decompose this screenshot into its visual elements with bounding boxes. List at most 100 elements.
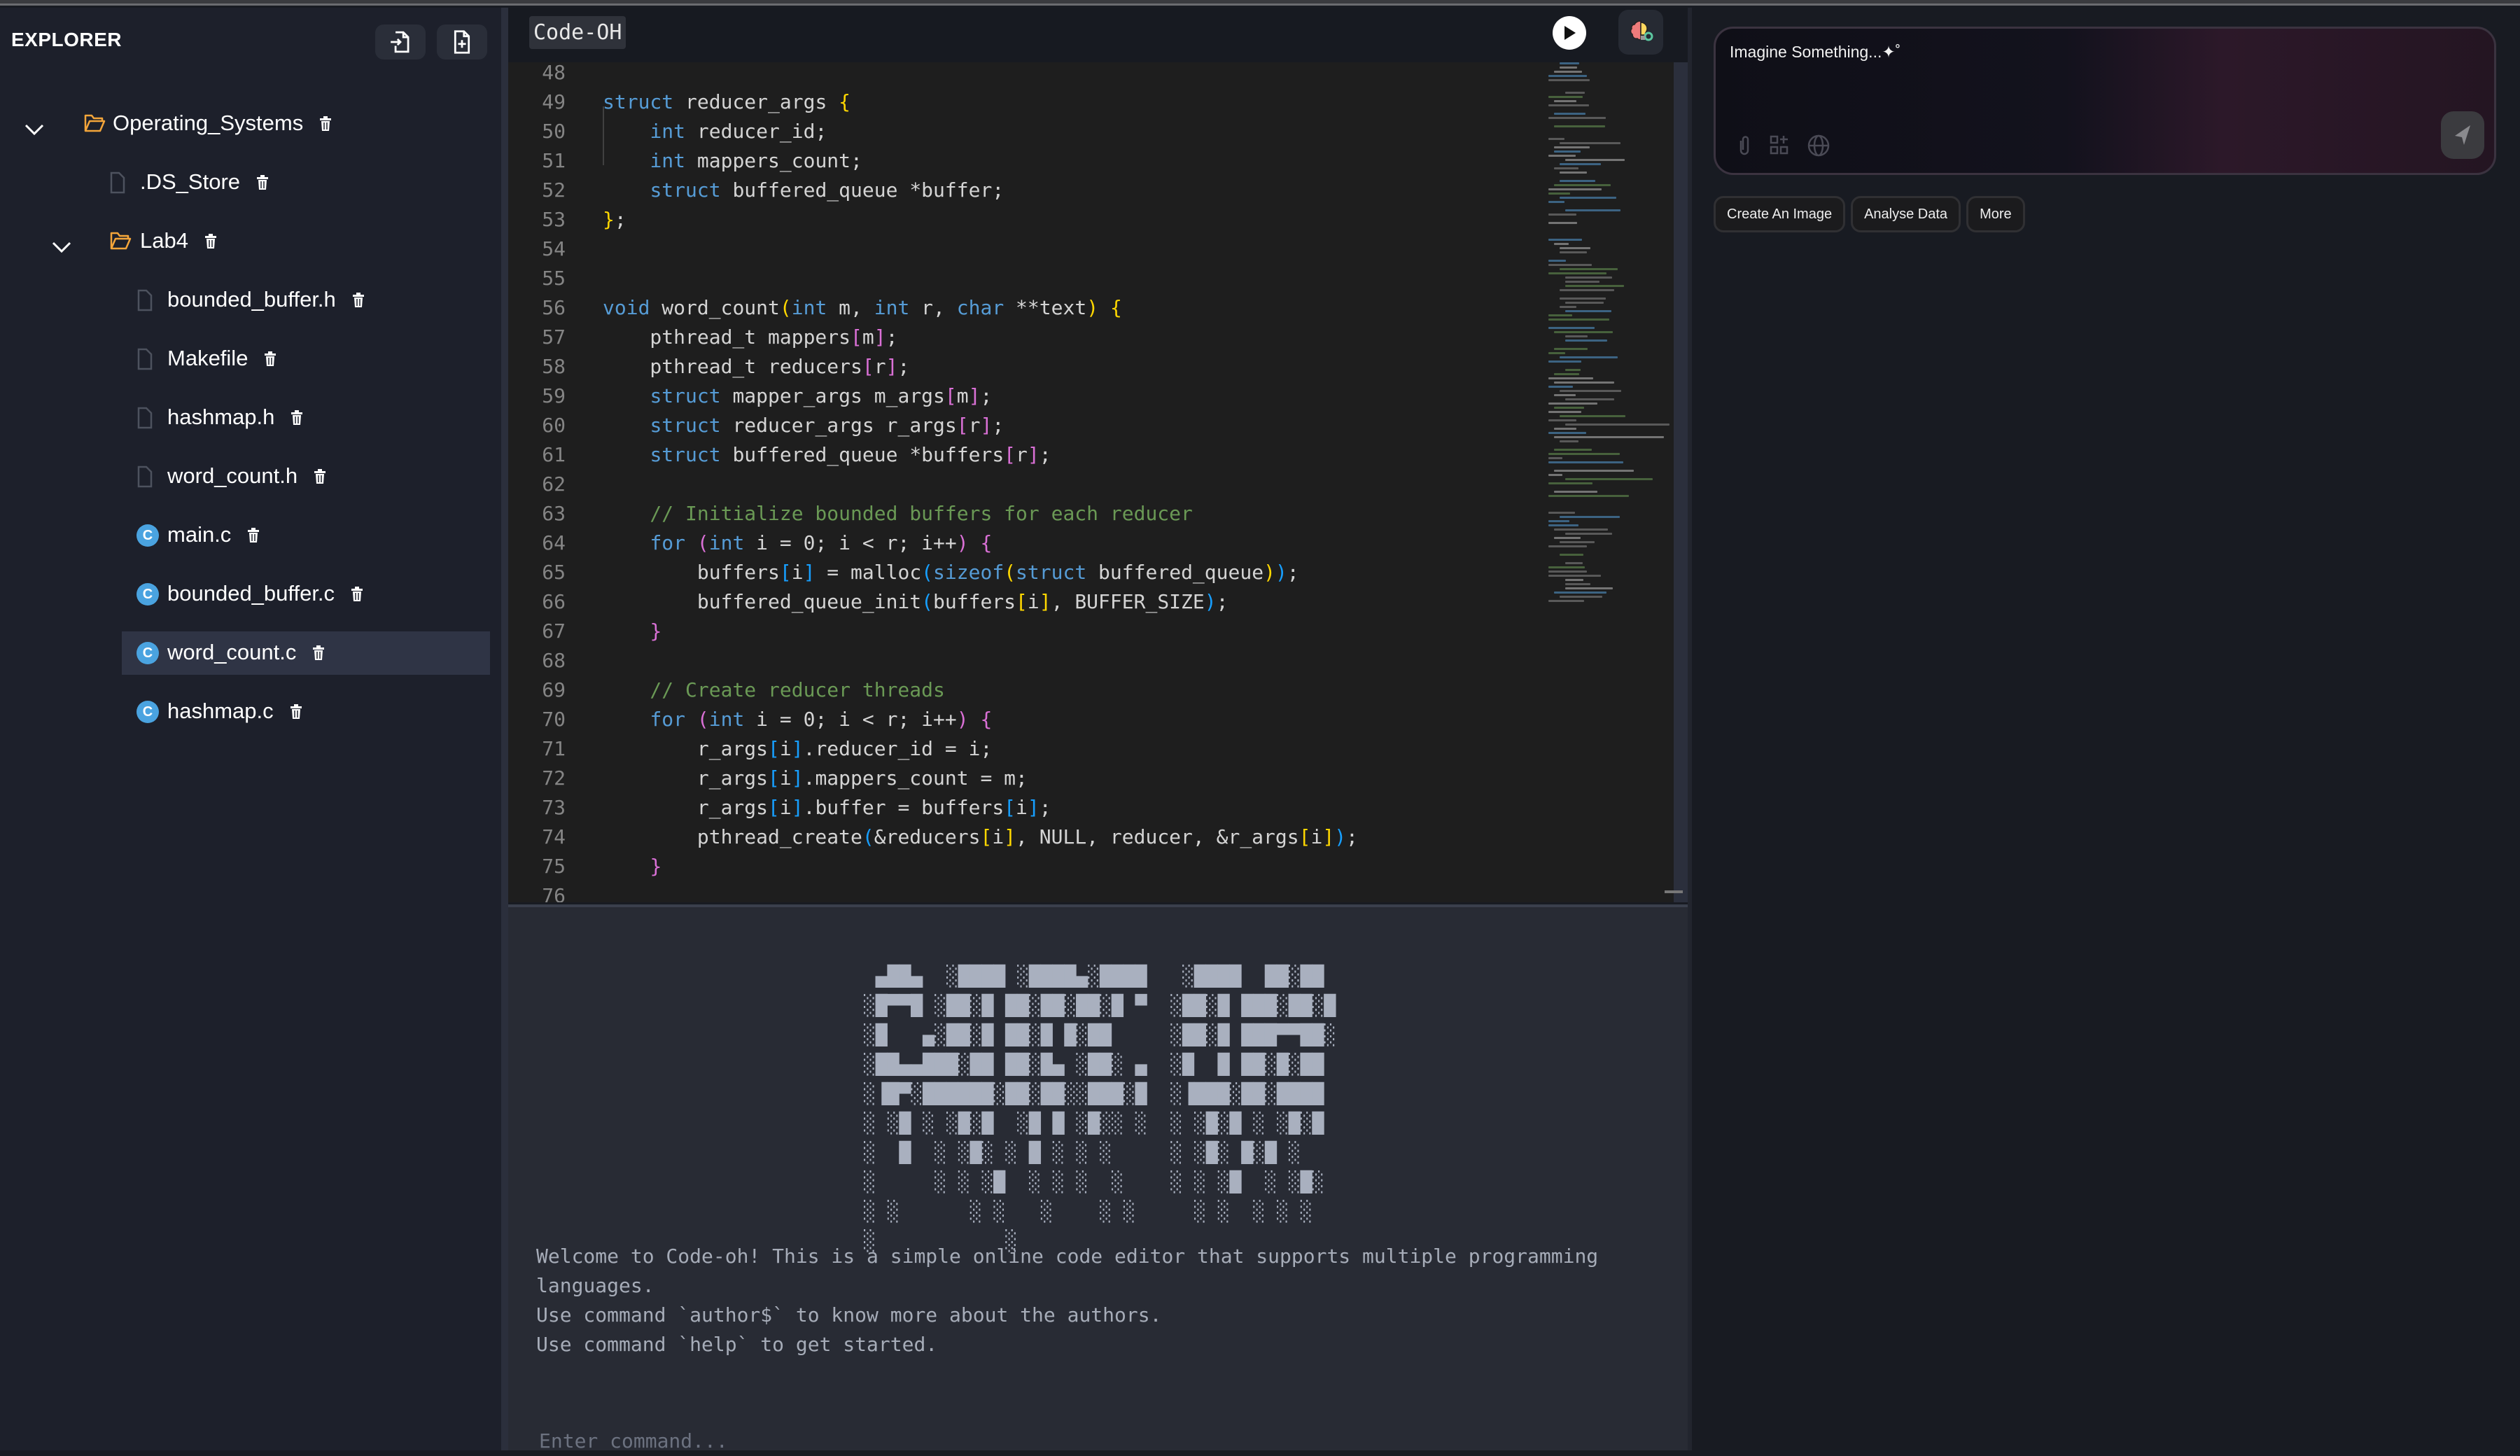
chevron-down-icon[interactable] xyxy=(24,117,45,138)
globe-icon[interactable] xyxy=(1807,134,1830,161)
minimap-line xyxy=(1548,575,1602,577)
minimap-line xyxy=(1565,302,1604,304)
trash-icon[interactable] xyxy=(204,230,216,255)
trash-icon[interactable] xyxy=(291,406,303,431)
code-token: [ xyxy=(768,766,780,790)
code-line: 73 r_args[i].buffer = buffers[i]; xyxy=(508,793,1523,822)
tree-item-label: hashmap.h xyxy=(167,405,275,429)
c-file-icon: C xyxy=(136,701,159,723)
minimap[interactable] xyxy=(1544,62,1670,608)
tree-item-ds-store[interactable]: .DS_Store xyxy=(0,161,490,204)
window-top-bar xyxy=(0,0,2520,6)
code-token: i xyxy=(791,561,804,584)
tree-item-makefile[interactable]: Makefile xyxy=(0,337,490,381)
send-button[interactable] xyxy=(2441,111,2484,159)
code-token: ; xyxy=(1039,443,1051,466)
code-token: r xyxy=(874,355,886,378)
minimap-line xyxy=(1548,222,1577,224)
c-file-icon: C xyxy=(136,583,159,606)
file-icon xyxy=(136,407,159,429)
new-file-button[interactable] xyxy=(437,24,487,59)
minimap-line xyxy=(1554,146,1590,148)
minimap-line xyxy=(1560,180,1595,182)
trash-icon[interactable] xyxy=(265,347,276,372)
tree-item-word-count-h[interactable]: word_count.h xyxy=(0,455,490,498)
trash-icon[interactable] xyxy=(314,465,326,490)
code-token: ] xyxy=(1039,590,1051,613)
minimap-line xyxy=(1565,340,1607,342)
code-line: 49 struct reducer_args { xyxy=(508,88,1523,117)
attach-icon[interactable] xyxy=(1735,134,1754,161)
code-token: int xyxy=(650,149,686,172)
code-token: [ xyxy=(956,414,969,437)
code-token: } xyxy=(603,208,615,231)
code-token: struct xyxy=(650,443,721,466)
code-token: ) xyxy=(1086,296,1099,319)
minimap-line xyxy=(1560,541,1595,543)
code-token: ( xyxy=(779,296,792,319)
trash-icon[interactable] xyxy=(290,700,302,725)
code-token: , NULL, reducer, &r_args xyxy=(1016,825,1299,848)
code-token: ) xyxy=(1275,561,1287,584)
line-number: 59 xyxy=(542,384,566,407)
minimap-line xyxy=(1565,310,1612,312)
tree-item-main-c[interactable]: Cmain.c xyxy=(0,514,490,557)
code-token: i xyxy=(779,737,792,760)
code-token: buffers xyxy=(603,561,780,584)
chevron-down-icon[interactable] xyxy=(51,234,72,255)
tree-item-bounded-buffer-h[interactable]: bounded_buffer.h xyxy=(0,279,490,322)
trash-icon[interactable] xyxy=(351,582,363,608)
play-icon xyxy=(1564,26,1576,40)
indent-guide xyxy=(603,106,604,165)
minimap-line xyxy=(1554,528,1609,531)
more-chip[interactable]: More xyxy=(1966,196,2025,232)
minimap-line xyxy=(1565,209,1621,211)
trash-icon[interactable] xyxy=(248,524,260,549)
vertical-scrollbar[interactable] xyxy=(1674,62,1688,902)
code-token: ( xyxy=(696,708,709,731)
import-file-button[interactable] xyxy=(375,24,426,59)
code-token: int xyxy=(650,120,686,143)
tree-item-operating-systems[interactable]: Operating_Systems xyxy=(0,102,490,146)
trash-icon[interactable] xyxy=(257,171,269,196)
analyse-data-chip[interactable]: Analyse Data xyxy=(1851,196,1961,232)
assistant-resize-handle[interactable] xyxy=(1688,8,1692,1450)
tree-item-lab4[interactable]: Lab4 xyxy=(0,220,490,263)
code-token: pthread_t reducers xyxy=(603,355,862,378)
tree-item-hashmap-h[interactable]: hashmap.h xyxy=(0,396,490,440)
run-button[interactable] xyxy=(1553,16,1586,50)
minimap-line xyxy=(1565,159,1625,161)
minimap-line xyxy=(1548,75,1587,77)
code-line: 59 struct mapper_args m_args[m]; xyxy=(508,382,1523,411)
horizontal-scrollbar-thumb[interactable] xyxy=(1665,890,1683,893)
minimap-line xyxy=(1548,201,1564,203)
terminal-command-input[interactable] xyxy=(539,1425,1589,1456)
code-token: r xyxy=(1016,443,1028,466)
trash-icon[interactable] xyxy=(320,112,332,137)
minimap-line xyxy=(1548,482,1593,484)
tree-item-word-count-c[interactable]: Cword_count.c xyxy=(122,631,490,675)
minimap-line xyxy=(1560,440,1579,442)
tree-item-bounded-buffer-c[interactable]: Cbounded_buffer.c xyxy=(0,573,490,616)
code-token: ] xyxy=(980,414,993,437)
create-image-chip[interactable]: Create An Image xyxy=(1714,196,1846,232)
trash-icon[interactable] xyxy=(352,288,364,314)
code-token: [ xyxy=(1298,825,1311,848)
tree-item-hashmap-c[interactable]: Chashmap.c xyxy=(0,690,490,734)
minimap-line xyxy=(1548,272,1606,274)
minimap-line xyxy=(1560,596,1603,598)
trash-icon[interactable] xyxy=(313,641,325,666)
ai-prompt-input[interactable] xyxy=(1730,43,2360,62)
code-token: ] xyxy=(968,384,981,407)
minimap-line xyxy=(1554,382,1615,384)
add-widget-icon[interactable] xyxy=(1769,134,1791,161)
minimap-line xyxy=(1565,92,1586,94)
ai-assistant-toggle[interactable] xyxy=(1618,10,1663,55)
code-token: for xyxy=(650,708,686,731)
minimap-line xyxy=(1548,192,1570,195)
minimap-line xyxy=(1565,281,1600,283)
code-editor[interactable]: 48 49 struct reducer_args {50 int reducer_… xyxy=(508,62,1688,902)
code-token: ; xyxy=(992,414,1004,437)
sidebar-resize-handle[interactable] xyxy=(501,8,508,1450)
